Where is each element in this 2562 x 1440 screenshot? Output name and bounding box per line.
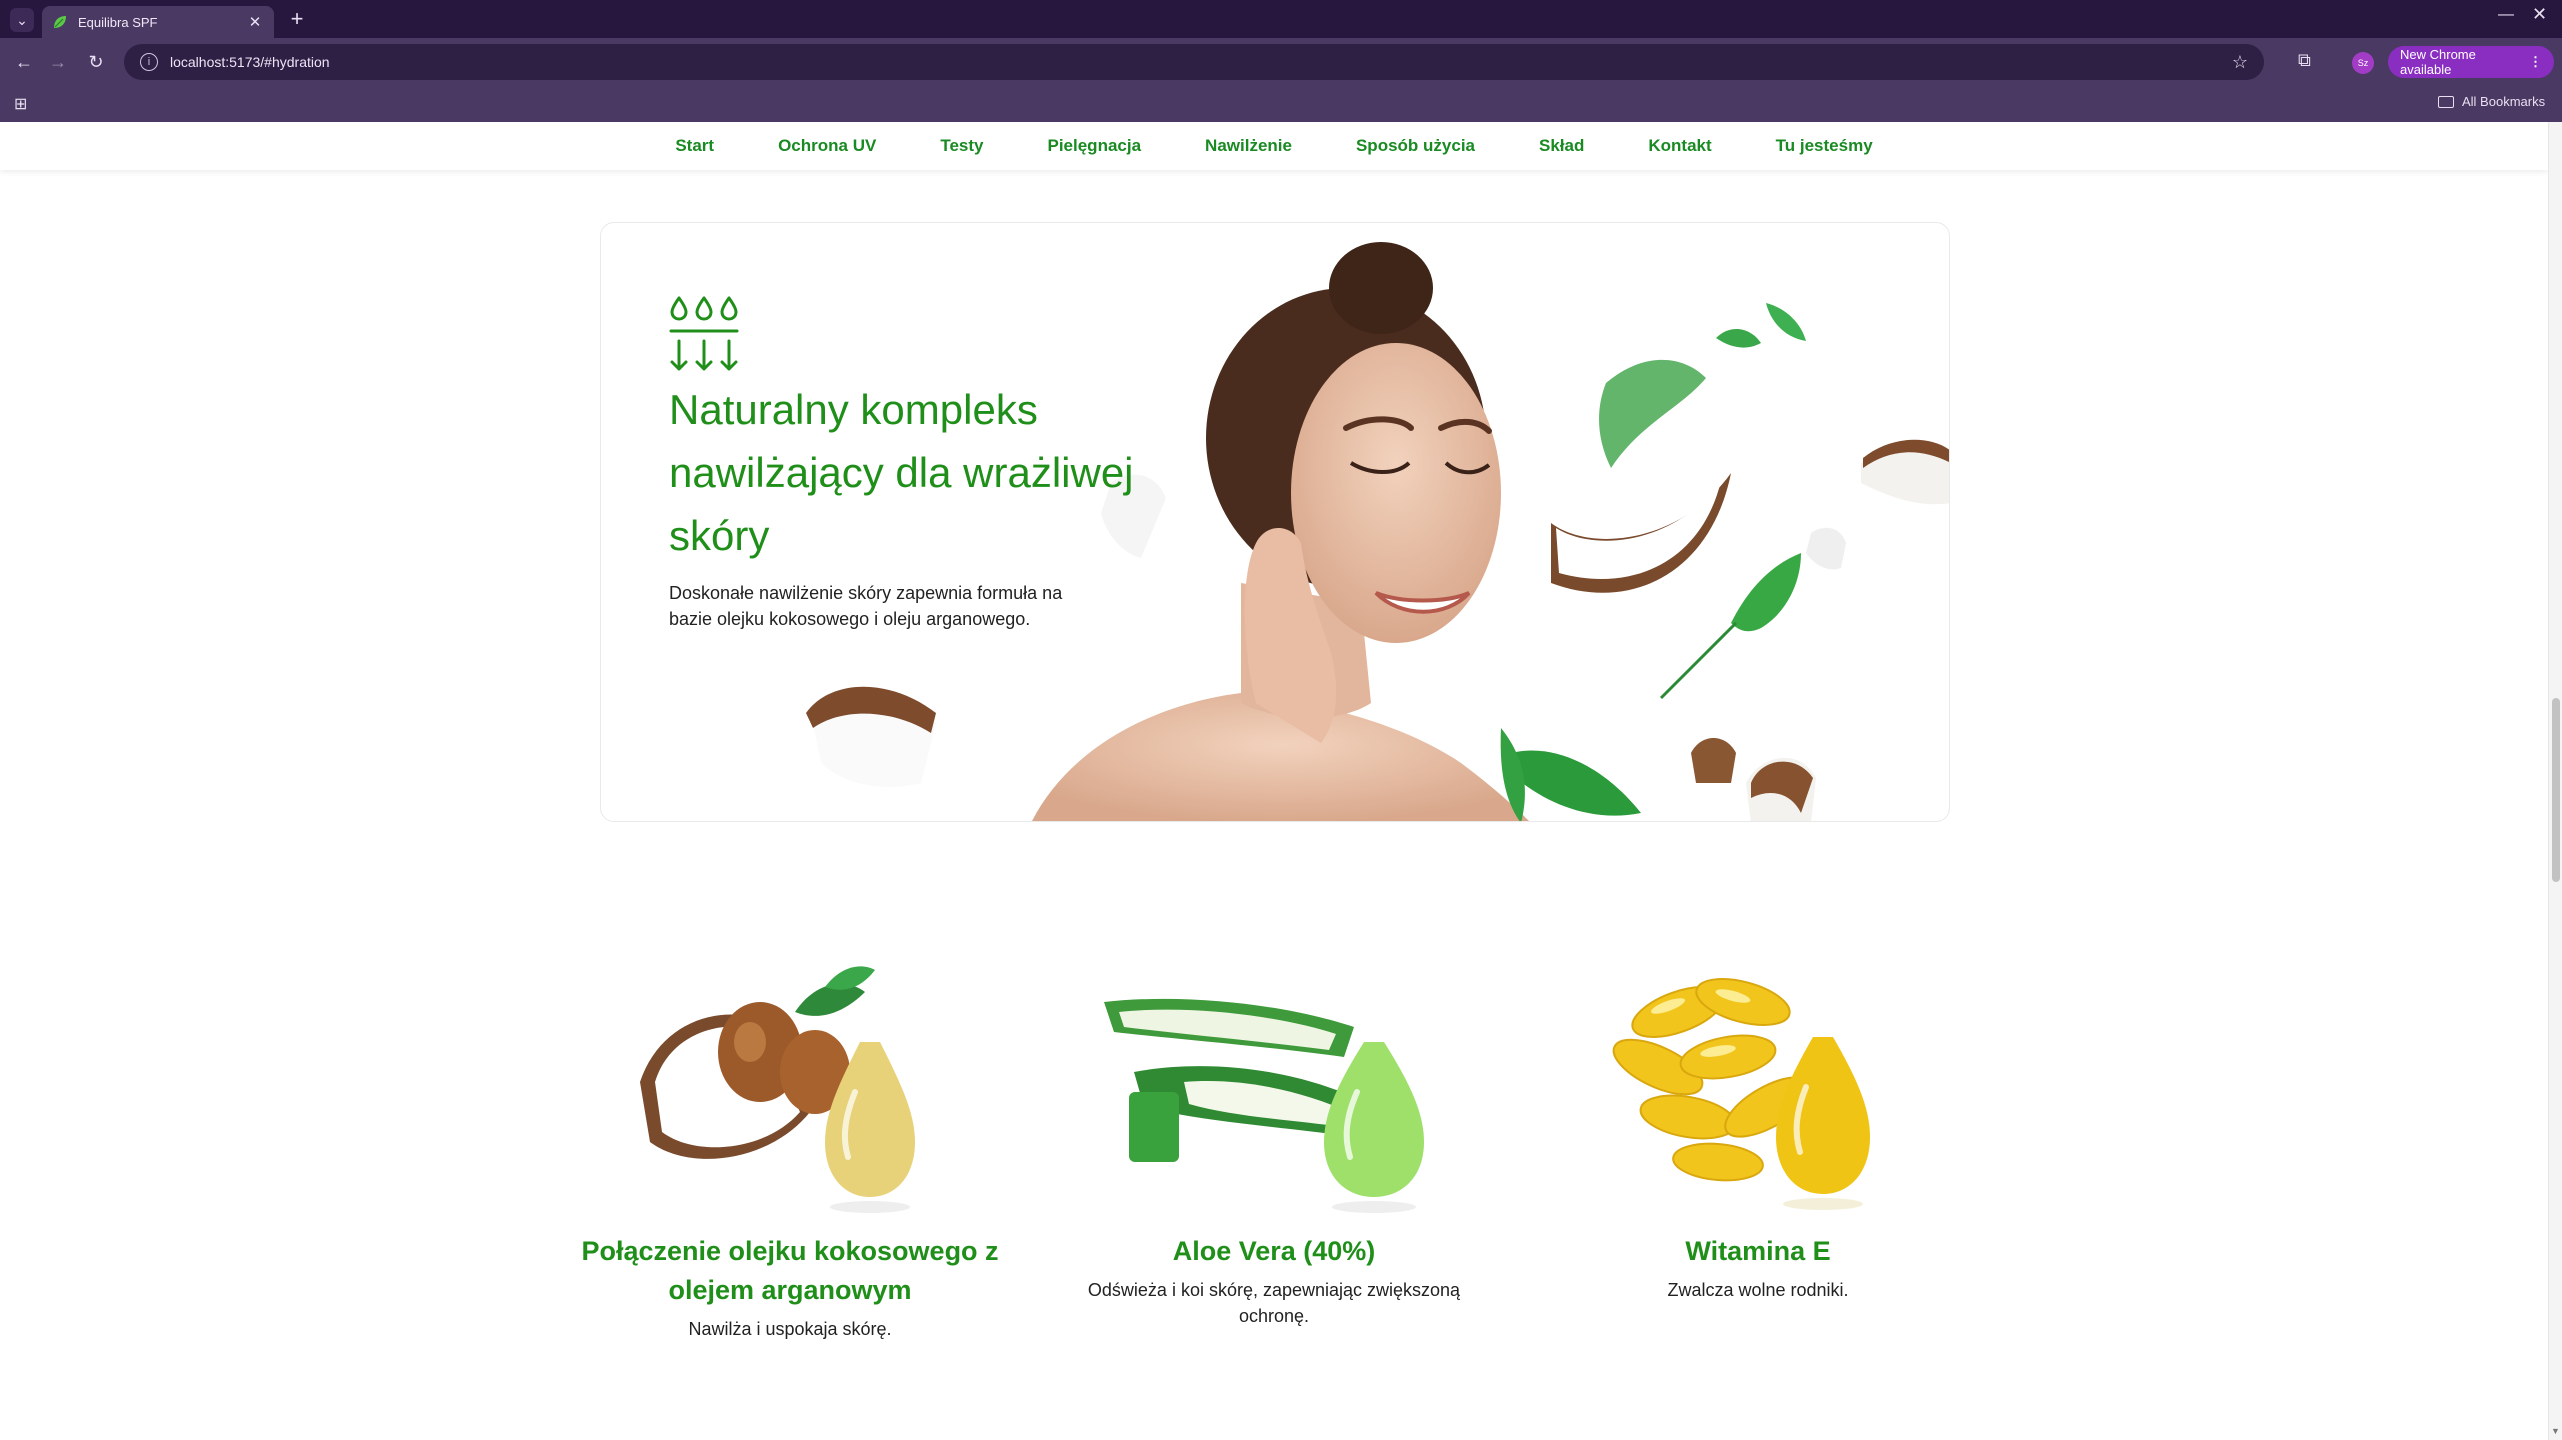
aloe-vera-illustration [1104,998,1424,1213]
forward-button[interactable]: → [46,50,70,74]
scrollbar-thumb[interactable] [2552,698,2560,882]
close-window-button[interactable]: ✕ [2532,4,2547,25]
feature-text: Nawilża i uspokaja skórę. [688,1319,892,1339]
browser-toolbar: ← → ↻ i localhost:5173/#hydration ☆ [0,38,2562,86]
hero-description: Doskonałe nawilżenie skóry zapewnia form… [669,583,1063,629]
feature-title: Witamina E [1685,1236,1831,1266]
bookmark-star-icon[interactable]: ☆ [2232,52,2248,73]
nav-ingredients[interactable]: Skład [1539,136,1584,156]
nav-care[interactable]: Pielęgnacja [1047,136,1141,156]
feature-vitamin-e: Witamina E Zwalcza wolne rodniki. [1548,932,1968,1303]
all-bookmarks-label: All Bookmarks [2462,94,2546,109]
coconut-piece [1551,473,1731,593]
chrome-update-label: New Chrome available [2400,47,2476,77]
address-bar[interactable]: i localhost:5173/#hydration ☆ [124,44,2264,80]
reload-button[interactable]: ↻ [84,50,108,74]
new-tab-button[interactable]: + [284,6,310,32]
apps-grid-icon[interactable]: ⊞ [14,94,27,114]
nav-uv-protection[interactable]: Ochrona UV [778,136,876,156]
extensions-icon[interactable]: ⧉ [2298,50,2311,71]
coconut-argan-oil-illustration [640,966,915,1213]
leaf-favicon-icon [54,16,66,28]
feature-text: Odświeża i koi skórę, zapewniając zwięks… [1087,1280,1461,1326]
tab-close-icon[interactable]: ✕ [246,13,264,31]
nav-contact[interactable]: Kontakt [1648,136,1711,156]
nav-usage[interactable]: Sposób użycia [1356,136,1475,156]
tab-title: Equilibra SPF [78,14,158,30]
nav-start[interactable]: Start [675,136,714,156]
site-info-icon[interactable]: i [140,53,158,71]
back-button[interactable]: ← [12,50,36,74]
feature-text: Zwalcza wolne rodniki. [1667,1280,1849,1300]
folder-icon [2438,95,2454,108]
vitamin-e-capsules-illustration [1612,978,1870,1210]
feature-title: Połączenie olejku kokosowego z olejem ar… [581,1236,999,1305]
profile-avatar[interactable]: Sz [2352,52,2374,74]
bookmarks-bar: ⊞ All Bookmarks [0,86,2562,122]
minimize-window-button[interactable]: — [2498,6,2514,24]
all-bookmarks-button[interactable]: All Bookmarks [2438,94,2545,109]
tab-search-button[interactable]: ⌄ [10,8,34,32]
nav-hydration[interactable]: Nawilżenie [1205,136,1292,156]
page-scrollbar[interactable]: ▼ [2548,122,2562,1440]
site-navigation: Start Ochrona UV Testy Pielęgnacja Nawil… [0,122,2548,170]
feature-title: Aloe Vera (40%) [1172,1236,1376,1266]
more-menu-icon[interactable]: ⋮ [2529,54,2542,70]
url-text: localhost:5173/#hydration [170,54,330,70]
nav-location[interactable]: Tu jesteśmy [1776,136,1873,156]
active-tab[interactable]: Equilibra SPF ✕ [42,6,274,38]
hydration-drops-icon [669,296,739,371]
chrome-update-button[interactable]: New Chrome available ⋮ [2388,46,2554,78]
feature-aloe-vera: Aloe Vera (40%) Odświeża i koi skórę, za… [1064,932,1484,1329]
tab-strip: ⌄ Equilibra SPF ✕ + — ✕ [0,0,2562,38]
page-viewport: Start Ochrona UV Testy Pielęgnacja Nawil… [0,122,2548,1440]
feature-coconut-argan: Połączenie olejku kokosowego z olejem ar… [580,932,1000,1342]
hydration-hero-card: Naturalny kompleks nawilżający dla wrażl… [600,222,1950,822]
scroll-down-arrow-icon[interactable]: ▼ [2551,1426,2560,1436]
hero-title: Naturalny kompleks nawilżający dla wrażl… [669,386,1134,559]
nav-tests[interactable]: Testy [940,136,983,156]
